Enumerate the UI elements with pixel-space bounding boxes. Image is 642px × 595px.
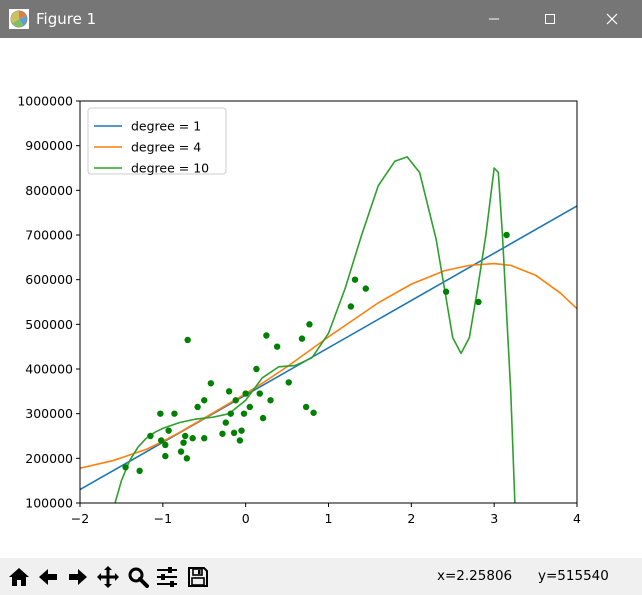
scatter-point [180, 439, 187, 446]
scatter-point [442, 288, 450, 295]
legend-label-2: degree = 4 [131, 140, 201, 155]
home-icon [8, 567, 29, 586]
scatter-point [207, 380, 215, 387]
save-button[interactable] [184, 563, 211, 590]
scatter-point [246, 403, 254, 411]
scatter-point [177, 448, 185, 455]
scatter-point [230, 429, 238, 437]
close-icon [606, 13, 618, 25]
scatter-point [362, 285, 369, 292]
scatter-point [253, 365, 260, 373]
navigation-toolbar: x=2.25806 y=515540 [0, 558, 642, 595]
scatter-point [263, 332, 270, 339]
forward-arrow-icon [68, 568, 87, 585]
series-line-3 [114, 156, 516, 503]
save-icon [187, 566, 208, 587]
scatter-point [201, 397, 208, 404]
scatter-point [194, 403, 201, 411]
x-tick-label: 3 [490, 511, 498, 526]
cursor-y-readout: y=515540 [538, 568, 609, 584]
y-tick-label: 400000 [25, 362, 73, 377]
x-tick-label: 4 [573, 511, 581, 526]
scatter-point [310, 409, 317, 416]
scatter-point [122, 464, 129, 471]
legend-label-3: degree = 10 [131, 161, 209, 176]
scatter-point [232, 397, 239, 404]
x-tick-label: −2 [71, 511, 89, 526]
window-title: Figure 1 [36, 10, 97, 28]
scatter-point [302, 403, 310, 411]
figure-canvas[interactable]: 100000 200000 300000 400000 500000 600000 7000… [0, 38, 642, 558]
scatter-point [171, 410, 178, 417]
scatter-point [222, 419, 229, 426]
scatter-point [136, 467, 143, 475]
scatter-point [165, 427, 172, 434]
scatter-point [147, 432, 154, 440]
y-tick-label: 800000 [25, 183, 73, 198]
scatter-point [238, 427, 245, 434]
scatter-point [351, 276, 359, 283]
cursor-x-readout: x=2.25806 [437, 568, 513, 584]
zoom-icon [128, 567, 149, 588]
x-tick-label: 1 [325, 511, 333, 526]
scatter-point [183, 455, 191, 462]
zoom-button[interactable] [124, 563, 151, 590]
scatter-point [182, 432, 189, 440]
scatter-point [189, 435, 196, 442]
scatter-point [162, 452, 169, 460]
y-tick-label: 900000 [25, 138, 73, 153]
scatter-point [259, 414, 267, 422]
series-line-2 [80, 262, 577, 469]
title-bar: Figure 1 [0, 0, 642, 38]
back-button[interactable] [34, 563, 61, 590]
x-tick-label: 0 [242, 511, 250, 526]
scatter-point [267, 397, 274, 404]
scatter-point [475, 298, 482, 306]
scatter-point [236, 437, 244, 444]
back-arrow-icon [38, 568, 57, 585]
pan-button[interactable] [94, 563, 121, 590]
scatter-point [225, 388, 233, 395]
x-tick-label: 2 [407, 511, 415, 526]
scatter-point [184, 336, 191, 344]
pan-icon [96, 565, 119, 588]
subplots-config-icon [156, 566, 177, 587]
subplots-config-button[interactable] [153, 563, 180, 590]
scatter-point [273, 343, 281, 350]
minimize-icon [489, 18, 499, 20]
minimize-button[interactable] [466, 0, 522, 38]
close-button[interactable] [584, 0, 640, 38]
scatter-point [201, 435, 208, 442]
scatter-point [240, 410, 248, 417]
scatter-point [227, 410, 234, 417]
scatter-point [298, 335, 306, 342]
scatter-point [285, 379, 292, 386]
home-button[interactable] [5, 563, 32, 590]
y-tick-label: 600000 [25, 272, 73, 287]
y-tick-label: 300000 [25, 406, 73, 421]
scatter-point [256, 390, 263, 397]
matplotlib-icon [9, 9, 29, 29]
scatter-point [162, 441, 169, 449]
y-tick-label: 700000 [25, 228, 73, 243]
forward-button[interactable] [64, 563, 91, 590]
legend-label-1: degree = 1 [131, 119, 201, 134]
y-tick-label: 200000 [25, 451, 73, 466]
chart: 100000 200000 300000 400000 500000 600000 7000… [17, 94, 581, 527]
maximize-icon [545, 14, 555, 24]
scatter-point [347, 303, 355, 310]
y-tick-label: 100000 [25, 496, 73, 511]
scatter-point [242, 390, 249, 397]
y-tick-label: 1000000 [17, 94, 73, 109]
legend: degree = 1 degree = 4 degree = 10 [87, 107, 227, 176]
scatter-point [306, 321, 313, 328]
maximize-button[interactable] [522, 0, 578, 38]
scatter-point [503, 231, 510, 239]
y-tick-label: 500000 [25, 317, 73, 332]
scatter-point [219, 430, 226, 437]
x-tick-label: −1 [154, 511, 172, 526]
scatter-point [157, 410, 164, 417]
